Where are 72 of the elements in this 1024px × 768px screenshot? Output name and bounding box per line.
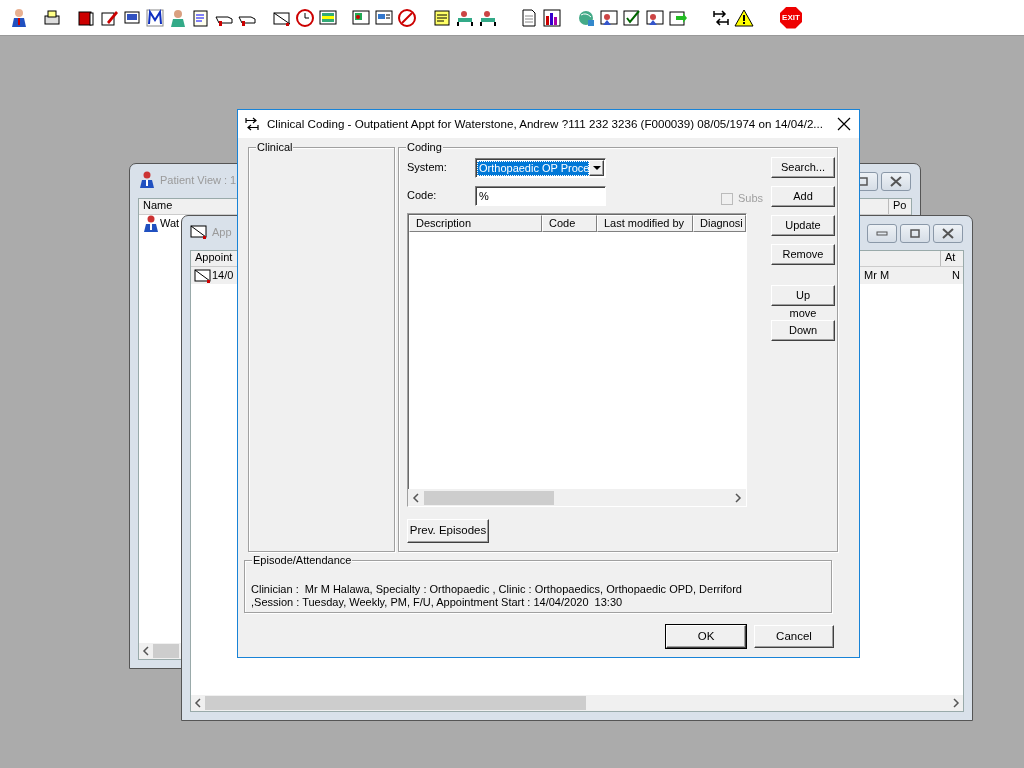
person-card-icon[interactable] [645, 7, 665, 28]
monitor-icon[interactable] [318, 7, 338, 28]
info-text: ,Session : Tuesday, Weekly, PM, F/U, Appointment Start : 14/04/2020 13:30 [251, 596, 624, 609]
table-cell: Wat [160, 216, 180, 231]
horizontal-scrollbar[interactable] [139, 643, 182, 659]
window-title: Clinical Coding - Outpatient Appt for Waterstone, Andrew ?111 232 3236 (F000039) 08/05/1974 on 14/04/2... [267, 117, 823, 131]
close-button[interactable] [933, 223, 963, 243]
picture-card-icon[interactable] [351, 7, 371, 28]
exit-button[interactable]: EXIT [780, 6, 802, 29]
dropdown[interactable]: Orthopaedic OP Proce [475, 158, 606, 178]
envelope-icon [194, 267, 212, 284]
horizontal-scrollbar[interactable] [408, 489, 746, 506]
dialog-button[interactable]: Search... [771, 157, 835, 178]
close-icon [837, 117, 851, 131]
swap-arrows-icon [244, 116, 260, 132]
dialog-button[interactable]: Remove [771, 244, 835, 265]
dialog-button[interactable]: Update [771, 215, 835, 236]
column-header[interactable]: Po [889, 199, 911, 214]
person-card-icon[interactable] [599, 7, 619, 28]
scrollbar-thumb[interactable] [424, 490, 554, 505]
warning-icon[interactable] [734, 7, 754, 28]
dialog-button[interactable]: Add [771, 186, 835, 207]
dropdown-arrow-icon [592, 165, 601, 171]
field-label: System: [407, 161, 448, 175]
column-header[interactable]: Code [542, 215, 597, 232]
info-text: Clinician : Mr M Halawa, Specialty : Orthopaedic , Clinic : Orthopaedics, Orthopaedic OPD, Derriford [251, 583, 743, 596]
person-icon[interactable] [9, 7, 29, 28]
note-icon[interactable] [432, 7, 452, 28]
checklist-icon[interactable] [622, 7, 642, 28]
restore-button[interactable] [900, 223, 930, 243]
table-cell: 14/0 [212, 268, 234, 283]
scrollbar-thumb[interactable] [153, 644, 179, 658]
move-label: move [788, 307, 818, 321]
table-cell-text: N [952, 268, 961, 283]
dialog-button[interactable]: OK [666, 625, 746, 648]
restore-icon [858, 176, 868, 186]
no-entry-icon[interactable] [397, 7, 417, 28]
window-title: Patient View : 1 [160, 174, 237, 188]
person-icon [142, 215, 160, 232]
clock-icon[interactable] [295, 7, 315, 28]
dialog-button[interactable]: Cancel [754, 625, 834, 648]
column-header[interactable]: At [941, 251, 963, 266]
window-title: App [212, 226, 232, 240]
field-label: Code: [407, 189, 438, 203]
page-icon[interactable] [519, 7, 539, 28]
notepad-icon[interactable] [191, 7, 211, 28]
minimize-button[interactable] [867, 223, 897, 243]
swap-arrows-icon[interactable] [711, 7, 731, 28]
group-label: Episode/Attendance [252, 554, 353, 567]
card-icon[interactable] [374, 7, 394, 28]
zigzag-icon[interactable] [145, 7, 165, 28]
up-button[interactable]: Up [771, 285, 835, 306]
close-icon [890, 175, 902, 187]
column-header[interactable]: Diagnosi [693, 215, 746, 232]
column-header[interactable]: Description [409, 215, 542, 232]
minimize-icon [876, 230, 888, 236]
column-header[interactable]: Last modified by [597, 215, 693, 232]
bar-chart-icon[interactable] [542, 7, 562, 28]
close-icon [942, 227, 954, 239]
input-field[interactable]: % [475, 186, 606, 206]
close-button[interactable] [881, 171, 911, 191]
down-button[interactable]: Down [771, 320, 835, 342]
prev-episodes-button[interactable]: Prev. Episodes [407, 519, 489, 543]
list-view[interactable]: Description Code Last modified by Diagnosi [407, 213, 747, 507]
restore-icon [910, 228, 920, 238]
group-label: Clinical [256, 141, 294, 154]
table-cell-text: Mr M [864, 268, 891, 283]
group-label: Coding [406, 141, 443, 154]
scrollbar-thumb[interactable] [205, 696, 586, 710]
horizontal-scrollbar[interactable] [191, 695, 963, 711]
close-button[interactable] [837, 117, 851, 131]
printer-icon[interactable] [42, 7, 62, 28]
